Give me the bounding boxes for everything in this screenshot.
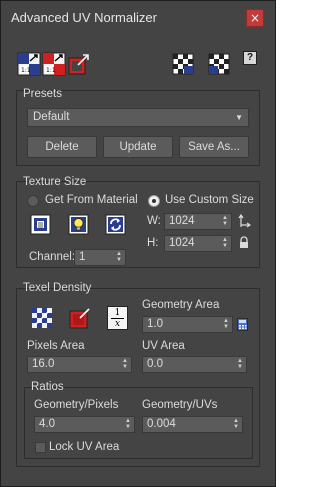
- lock-uv-area-checkbox[interactable]: [35, 442, 46, 453]
- spinner-arrows-icon[interactable]: ▲ ▼: [125, 418, 131, 430]
- svg-text:1:1: 1:1: [46, 67, 56, 74]
- spinner-arrows-icon[interactable]: ▲ ▼: [223, 318, 229, 330]
- save-as-button[interactable]: Save As...: [179, 136, 249, 158]
- pixels-area-value: 16.0: [32, 358, 55, 370]
- inverse-numerator: 1: [111, 308, 124, 319]
- geometry-pixels-spinner[interactable]: 4.0 ▲ ▼: [34, 416, 135, 433]
- geometry-uvs-label: Geometry/UVs: [142, 399, 218, 411]
- update-button[interactable]: Update: [103, 136, 173, 158]
- swap-size-icon[interactable]: [237, 213, 251, 229]
- channel-spinner[interactable]: 1 ▲ ▼: [74, 249, 126, 266]
- width-spinner[interactable]: 1024 ▲ ▼: [164, 213, 232, 230]
- calculator-icon[interactable]: [237, 318, 248, 331]
- spinner-arrows-icon[interactable]: ▲ ▼: [233, 418, 239, 430]
- texture-size-title: Texture Size: [23, 176, 87, 188]
- uv-area-spinner[interactable]: 0.0 ▲ ▼: [142, 356, 247, 373]
- presets-title: Presets: [23, 88, 62, 100]
- geometry-pixels-label: Geometry/Pixels: [34, 399, 119, 411]
- height-label: H:: [147, 237, 159, 249]
- lock-uv-area-label: Lock UV Area: [49, 441, 120, 453]
- inverse-icon[interactable]: 1 x: [107, 306, 128, 330]
- width-label: W:: [147, 215, 161, 227]
- spinner-arrows-icon[interactable]: ▲ ▼: [222, 237, 228, 249]
- svg-text:1:1: 1:1: [21, 67, 31, 74]
- chevron-down-icon: ▼: [235, 113, 243, 122]
- light-bulb-icon[interactable]: [68, 214, 89, 235]
- checker-icon[interactable]: [31, 307, 53, 329]
- spinner-arrows-icon[interactable]: ▲ ▼: [122, 358, 128, 370]
- title-bar[interactable]: Advanced UV Normalizer ×: [1, 1, 275, 33]
- checker-map-alt-icon[interactable]: [207, 52, 231, 76]
- spinner-arrows-icon[interactable]: ▲ ▼: [237, 358, 243, 370]
- delete-button[interactable]: Delete: [27, 136, 97, 158]
- close-button[interactable]: ×: [246, 9, 264, 27]
- window-title: Advanced UV Normalizer: [11, 10, 157, 25]
- normalize-uv-red-icon[interactable]: 1:1: [42, 52, 66, 76]
- pixels-area-spinner[interactable]: 16.0 ▲ ▼: [27, 356, 132, 373]
- pick-texture-icon[interactable]: [30, 214, 51, 235]
- channel-value: 1: [79, 251, 86, 263]
- presets-selected-value: Default: [33, 111, 70, 123]
- get-from-material-radio[interactable]: [27, 195, 39, 207]
- uv-area-value: 0.0: [147, 358, 163, 370]
- geometry-pixels-value: 4.0: [39, 418, 55, 430]
- ratios-title: Ratios: [31, 381, 64, 393]
- inverse-denominator: x: [114, 319, 121, 329]
- geometry-uvs-value: 0.004: [147, 418, 176, 430]
- height-spinner[interactable]: 1024 ▲ ▼: [164, 235, 232, 252]
- height-value: 1024: [169, 237, 195, 249]
- pixels-area-label: Pixels Area: [27, 340, 85, 352]
- help-button[interactable]: ?: [243, 51, 257, 65]
- texel-density-title: Texel Density: [23, 282, 92, 294]
- geometry-uvs-spinner[interactable]: 0.004 ▲ ▼: [142, 416, 243, 433]
- width-value: 1024: [169, 215, 195, 227]
- scale-uv-icon[interactable]: [67, 52, 91, 76]
- lock-icon[interactable]: [238, 236, 250, 249]
- normalize-uv-icon[interactable]: 1:1: [17, 52, 41, 76]
- use-custom-size-label: Use Custom Size: [165, 194, 254, 206]
- geometry-area-label: Geometry Area: [142, 299, 220, 311]
- presets-dropdown[interactable]: Default ▼: [27, 108, 249, 127]
- red-checker-icon[interactable]: [69, 307, 91, 329]
- geometry-area-spinner[interactable]: 1.0 ▲ ▼: [142, 316, 233, 333]
- channel-label: Channel:: [29, 251, 76, 263]
- checker-map-icon[interactable]: [171, 52, 195, 76]
- geometry-area-value: 1.0: [147, 318, 163, 330]
- get-from-material-label: Get From Material: [45, 194, 138, 206]
- refresh-icon[interactable]: [105, 214, 126, 235]
- uv-area-label: UV Area: [142, 340, 185, 352]
- advanced-uv-normalizer-window: Advanced UV Normalizer × 1:1 1:1 ? Prese…: [0, 0, 276, 487]
- use-custom-size-radio[interactable]: [148, 195, 160, 207]
- spinner-arrows-icon[interactable]: ▲ ▼: [116, 251, 122, 263]
- spinner-arrows-icon[interactable]: ▲ ▼: [222, 215, 228, 227]
